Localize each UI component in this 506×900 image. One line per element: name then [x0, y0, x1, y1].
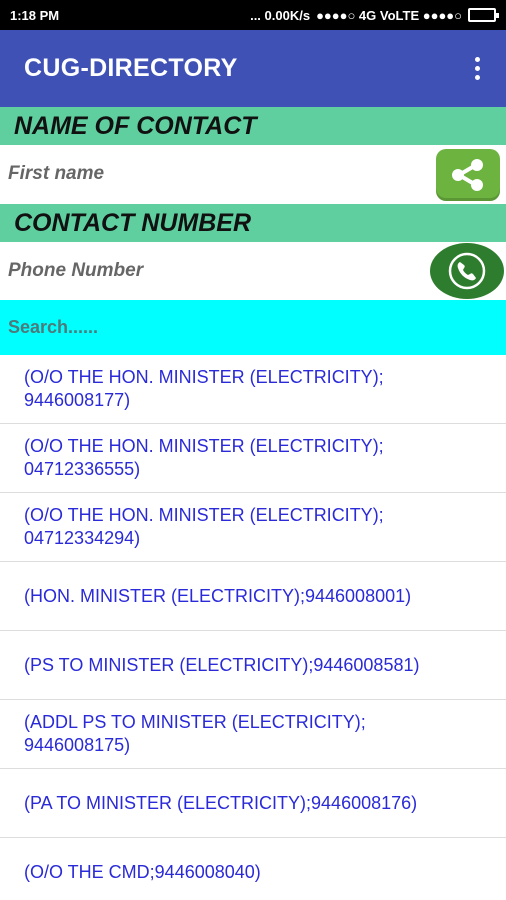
status-bar: 1:18 PM ... 0.00K/s ●●●●○ 4G VoLTE ●●●●○	[0, 0, 506, 30]
contact-text: (O/O THE HON. MINISTER (ELECTRICITY); 04…	[24, 436, 384, 479]
network-speed: ... 0.00K/s	[250, 7, 311, 23]
contact-list-item[interactable]: (O/O THE CMD;9446008040)	[0, 838, 506, 900]
app-bar: CUG-DIRECTORY	[0, 30, 506, 107]
contact-text: (PA TO MINISTER (ELECTRICITY);9446008176…	[24, 792, 418, 813]
first-name-row	[0, 145, 506, 203]
contact-list-item[interactable]: (HON. MINISTER (ELECTRICITY);9446008001)	[0, 562, 506, 631]
app-title: CUG-DIRECTORY	[24, 54, 238, 82]
battery-icon	[468, 8, 499, 22]
name-of-contact-header: NAME OF CONTACT	[0, 107, 506, 145]
status-time: 1:18 PM	[10, 7, 60, 23]
contact-list: (O/O THE HON. MINISTER (ELECTRICITY); 94…	[0, 355, 506, 900]
contact-list-item[interactable]: (PA TO MINISTER (ELECTRICITY);9446008176…	[0, 769, 506, 838]
contact-text: (O/O THE HON. MINISTER (ELECTRICITY); 94…	[24, 367, 384, 410]
phone-number-input[interactable]	[8, 260, 408, 282]
contact-text: (O/O THE HON. MINISTER (ELECTRICITY); 04…	[24, 505, 384, 548]
signal-info: ●●●●○ 4G VoLTE ●●●●○	[316, 7, 462, 23]
contact-text: (ADDL PS TO MINISTER (ELECTRICITY); 9446…	[24, 712, 366, 755]
contact-text: (O/O THE CMD;9446008040)	[24, 861, 261, 882]
contact-number-header: CONTACT NUMBER	[0, 204, 506, 242]
contact-text: (PS TO MINISTER (ELECTRICITY);9446008581…	[24, 654, 420, 675]
contact-list-item[interactable]: (O/O THE HON. MINISTER (ELECTRICITY); 04…	[0, 424, 506, 493]
phone-icon	[448, 252, 486, 290]
contact-list-item[interactable]: (ADDL PS TO MINISTER (ELECTRICITY); 9446…	[0, 700, 506, 769]
share-button[interactable]	[436, 149, 500, 201]
contact-list-item[interactable]: (O/O THE HON. MINISTER (ELECTRICITY); 94…	[0, 355, 506, 424]
first-name-input[interactable]	[8, 163, 408, 185]
contact-text: (HON. MINISTER (ELECTRICITY);9446008001)	[24, 585, 412, 606]
status-indicators: ... 0.00K/s ●●●●○ 4G VoLTE ●●●●○	[250, 7, 499, 23]
search-input[interactable]	[8, 317, 488, 338]
overflow-menu-icon[interactable]	[472, 57, 482, 80]
contact-list-item[interactable]: (O/O THE HON. MINISTER (ELECTRICITY); 04…	[0, 493, 506, 562]
call-button[interactable]	[430, 243, 504, 299]
search-bar	[0, 300, 506, 355]
share-icon	[452, 159, 483, 191]
contact-list-item[interactable]: (PS TO MINISTER (ELECTRICITY);9446008581…	[0, 631, 506, 700]
